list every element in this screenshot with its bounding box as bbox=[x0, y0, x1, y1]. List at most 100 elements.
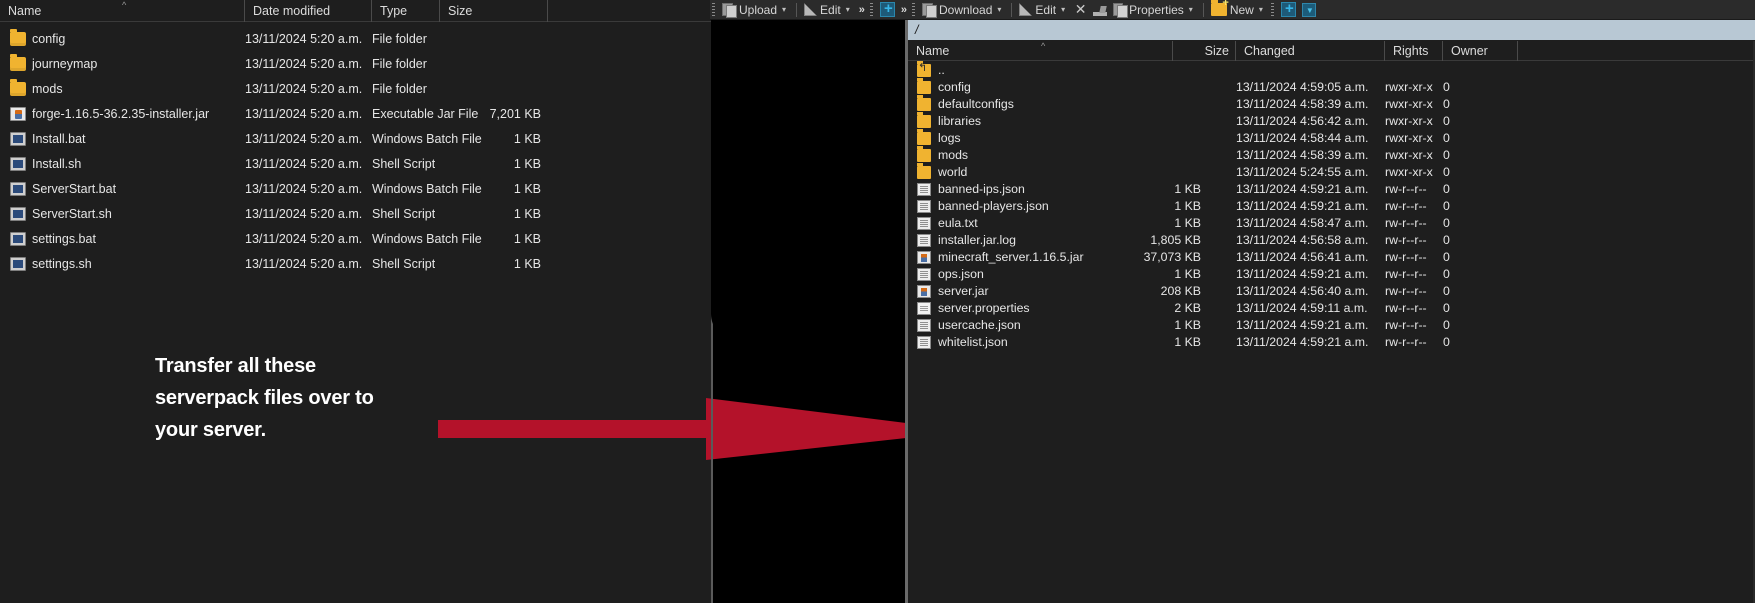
remote-column-header-rights[interactable]: Rights bbox=[1385, 41, 1443, 61]
chevron-down-icon[interactable]: ▾ bbox=[782, 5, 786, 14]
type-cell: Shell Script bbox=[372, 157, 436, 171]
remote-size-cell: 2 KB bbox=[1174, 301, 1201, 315]
table-row[interactable]: settings.sh 13/11/2024 5:20 a.m. Shell Scr… bbox=[0, 252, 711, 277]
column-header-name[interactable]: Name ^ bbox=[0, 0, 245, 22]
edit-remote-button[interactable]: Edit ▾ bbox=[1016, 0, 1071, 20]
file-name-cell: ServerStart.bat bbox=[32, 182, 117, 196]
remote-column-header-name-label: Name bbox=[916, 44, 950, 58]
table-row[interactable]: world 13/11/2024 5:24:55 a.m. rwxr-xr-x 0 bbox=[908, 163, 1755, 181]
column-header-size-label: Size bbox=[448, 4, 473, 18]
size-cell bbox=[440, 27, 541, 52]
date-modified-cell: 13/11/2024 5:20 a.m. bbox=[245, 232, 363, 246]
remote-size-cell bbox=[1088, 130, 1201, 147]
remote-size-cell: 37,073 KB bbox=[1143, 250, 1201, 264]
size-cell: 1 KB bbox=[513, 232, 541, 246]
column-header-size[interactable]: Size bbox=[440, 0, 548, 22]
toolbar-separator bbox=[796, 2, 798, 17]
toolbar-drag-handle[interactable] bbox=[869, 2, 873, 17]
table-row[interactable]: Install.sh 13/11/2024 5:20 a.m. Shell Scri… bbox=[0, 152, 711, 177]
remote-rights-cell: rwxr-xr-x bbox=[1385, 148, 1433, 162]
column-header-date-modified[interactable]: Date modified bbox=[245, 0, 372, 22]
date-modified-cell: 13/11/2024 5:20 a.m. bbox=[245, 82, 363, 96]
remote-rights-cell: rw-r--r-- bbox=[1385, 301, 1427, 315]
remote-changed-cell: 13/11/2024 4:59:21 a.m. bbox=[1236, 199, 1369, 213]
chevron-down-icon[interactable]: ▾ bbox=[846, 5, 850, 14]
table-row[interactable]: ops.json 1 KB 13/11/2024 4:59:21 a.m. rw-r-… bbox=[908, 266, 1755, 283]
properties-label: Properties bbox=[1129, 2, 1184, 17]
toolbar-overflow-icon[interactable]: » bbox=[856, 4, 868, 16]
new-local-button[interactable] bbox=[877, 0, 898, 20]
table-row[interactable]: mods 13/11/2024 4:58:39 a.m. rwxr-xr-x 0 bbox=[908, 146, 1755, 164]
remote-path-bar[interactable]: / bbox=[908, 20, 1755, 40]
remote-rights-cell: rw-r--r-- bbox=[1385, 182, 1427, 196]
close-x-icon: ✕ bbox=[1074, 1, 1087, 17]
table-row[interactable]: banned-players.json 1 KB 13/11/2024 4:59:2… bbox=[908, 198, 1755, 215]
table-row[interactable]: server.properties 2 KB 13/11/2024 4:59:11 … bbox=[908, 300, 1755, 317]
table-row[interactable]: defaultconfigs 13/11/2024 4:58:39 a.m. rwx… bbox=[908, 95, 1755, 113]
remote-file-name-cell: minecraft_server.1.16.5.jar bbox=[938, 250, 1084, 264]
toolbar-drag-handle[interactable] bbox=[912, 2, 915, 17]
column-header-type[interactable]: Type bbox=[372, 0, 440, 22]
remote-owner-cell: 0 bbox=[1443, 318, 1450, 332]
remote-file-name-cell: mods bbox=[938, 148, 969, 162]
remote-file-name-cell: installer.jar.log bbox=[938, 233, 1016, 247]
add-button[interactable] bbox=[1278, 0, 1299, 20]
remote-owner-cell: 0 bbox=[1443, 80, 1450, 94]
new-remote-button[interactable]: New ▾ bbox=[1208, 0, 1269, 20]
remote-column-header-size[interactable]: Size bbox=[1173, 41, 1236, 61]
table-row[interactable]: config 13/11/2024 5:20 a.m. File folder bbox=[0, 27, 711, 52]
table-row[interactable]: installer.jar.log 1,805 KB 13/11/2024 4:56… bbox=[908, 232, 1755, 249]
table-row[interactable]: ServerStart.sh 13/11/2024 5:20 a.m. Shell … bbox=[0, 202, 711, 227]
chevron-down-icon[interactable]: ▾ bbox=[1061, 5, 1065, 14]
permissions-button[interactable] bbox=[1090, 0, 1110, 20]
table-row[interactable]: settings.bat 13/11/2024 5:20 a.m. Windows … bbox=[0, 227, 711, 252]
remote-changed-cell: 13/11/2024 4:58:39 a.m. bbox=[1236, 97, 1369, 111]
folder-icon bbox=[10, 29, 26, 46]
table-row[interactable]: mods 13/11/2024 5:20 a.m. File folder bbox=[0, 77, 711, 102]
remote-column-header-owner[interactable]: Owner bbox=[1443, 41, 1518, 61]
table-row[interactable]: eula.txt 1 KB 13/11/2024 4:58:47 a.m. rw-r-… bbox=[908, 215, 1755, 232]
table-row[interactable]: Install.bat 13/11/2024 5:20 a.m. Windows B… bbox=[0, 127, 711, 152]
table-row[interactable]: logs 13/11/2024 4:58:44 a.m. rwxr-xr-x 0 bbox=[908, 129, 1755, 147]
file-name-cell: ServerStart.sh bbox=[32, 207, 112, 221]
table-row[interactable]: ServerStart.bat 13/11/2024 5:20 a.m. Windo… bbox=[0, 177, 711, 202]
properties-button[interactable]: Properties ▾ bbox=[1110, 0, 1199, 20]
table-row[interactable]: forge-1.16.5-36.2.35-installer.jar 13/11/… bbox=[0, 102, 711, 127]
edit-remote-label: Edit bbox=[1035, 2, 1057, 17]
toolbar-overflow-icon[interactable]: » bbox=[898, 4, 910, 16]
remote-file-name-cell: banned-ips.json bbox=[938, 182, 1025, 196]
table-row[interactable]: .. bbox=[908, 61, 1755, 79]
table-row[interactable]: server.jar 208 KB 13/11/2024 4:56:40 a.m. r… bbox=[908, 283, 1755, 300]
table-row[interactable]: journeymap 13/11/2024 5:20 a.m. File folde… bbox=[0, 52, 711, 77]
date-modified-cell: 13/11/2024 5:20 a.m. bbox=[245, 207, 363, 221]
remote-owner-cell: 0 bbox=[1443, 301, 1450, 315]
table-row[interactable]: banned-ips.json 1 KB 13/11/2024 4:59:21 a.… bbox=[908, 181, 1755, 198]
size-cell: 1 KB bbox=[513, 132, 541, 146]
remote-file-name-cell: server.jar bbox=[938, 284, 989, 298]
upload-button[interactable]: Upload ▾ bbox=[719, 0, 792, 20]
delete-button[interactable]: ✕ bbox=[1071, 0, 1090, 20]
chevron-down-icon[interactable]: ▾ bbox=[997, 5, 1001, 14]
remote-column-header-name[interactable]: Name ^ bbox=[908, 41, 1173, 61]
download-button[interactable]: Download ▾ bbox=[919, 0, 1007, 20]
toolbar-drag-handle[interactable] bbox=[712, 2, 715, 17]
remote-file-name-cell: .. bbox=[938, 63, 945, 77]
remote-column-header-changed[interactable]: Changed bbox=[1236, 41, 1385, 61]
remote-rights-cell: rw-r--r-- bbox=[1385, 284, 1427, 298]
chevron-down-icon[interactable]: ▾ bbox=[1189, 5, 1193, 14]
toolbar-drag-handle[interactable] bbox=[1270, 2, 1274, 17]
filter-button[interactable] bbox=[1299, 0, 1319, 20]
winscp-toolbar[interactable]: Upload ▾ Edit ▾ » » Download ▾ Edit ▾ ✕ Properties ▾… bbox=[710, 0, 1755, 20]
edit-local-button[interactable]: Edit ▾ bbox=[801, 0, 856, 20]
remote-changed-cell: 13/11/2024 4:58:44 a.m. bbox=[1236, 131, 1369, 145]
table-row[interactable]: whitelist.json 1 KB 13/11/2024 4:59:21 a.m… bbox=[908, 334, 1755, 351]
table-row[interactable]: libraries 13/11/2024 4:56:42 a.m. rwxr-xr-… bbox=[908, 112, 1755, 130]
remote-changed-cell: 13/11/2024 4:59:11 a.m. bbox=[1236, 301, 1368, 315]
table-row[interactable]: usercache.json 1 KB 13/11/2024 4:59:21 a.m… bbox=[908, 317, 1755, 334]
folder-icon bbox=[10, 54, 26, 71]
folder-icon bbox=[10, 79, 26, 96]
table-row[interactable]: config 13/11/2024 4:59:05 a.m. rwxr-xr-x 0 bbox=[908, 78, 1755, 96]
chevron-down-icon[interactable]: ▾ bbox=[1259, 5, 1263, 14]
table-row[interactable]: minecraft_server.1.16.5.jar 37,073 KB 13/1… bbox=[908, 249, 1755, 266]
type-cell: File folder bbox=[372, 82, 427, 96]
